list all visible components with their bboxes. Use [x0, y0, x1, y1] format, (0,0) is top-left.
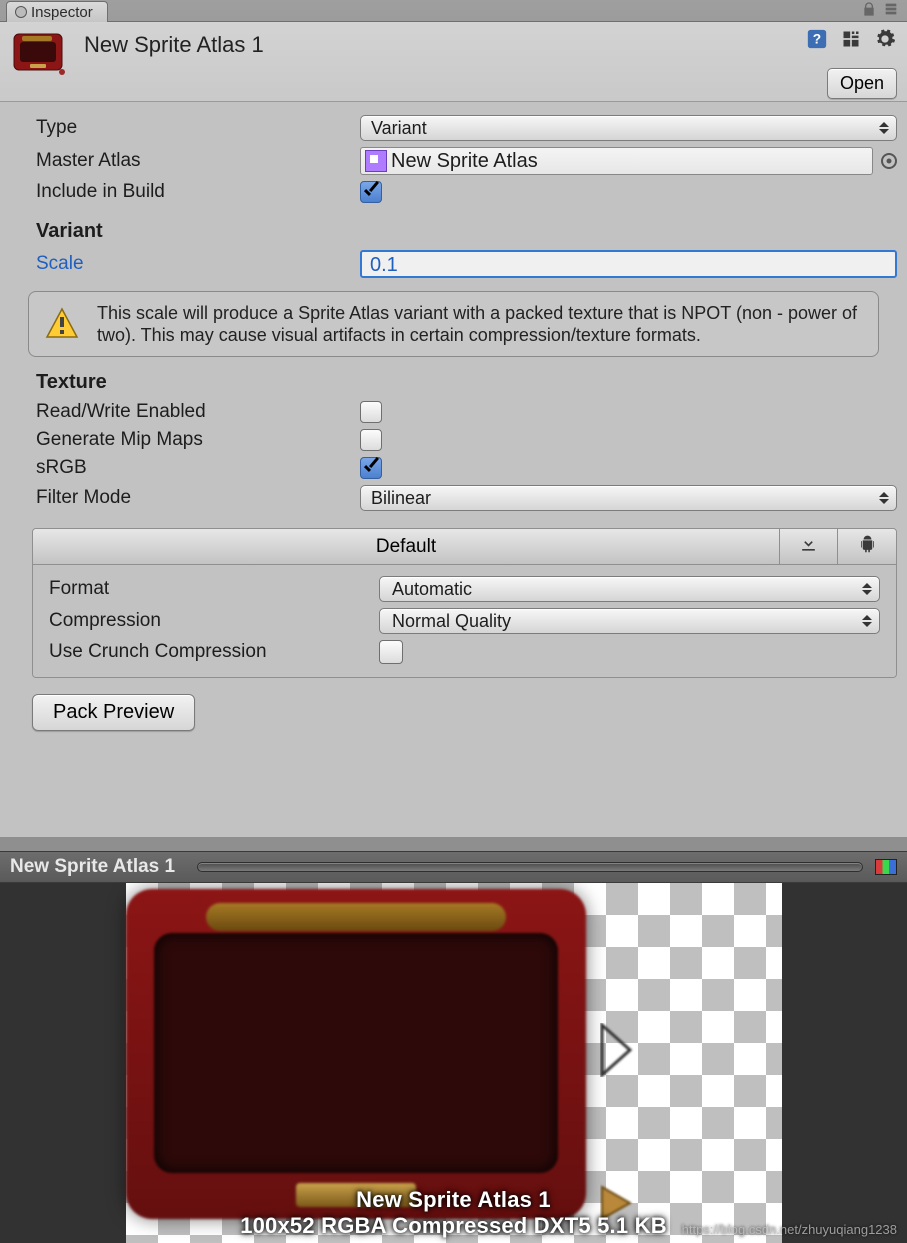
tab-bar-icons: [861, 0, 899, 22]
row-type: Type Variant: [0, 112, 907, 144]
row-mip: Generate Mip Maps: [0, 426, 907, 454]
watermark-text: https://blog.csdn.net/zhuyuqiang1238: [682, 1222, 897, 1237]
tab-circle-icon: [15, 6, 27, 18]
open-button[interactable]: Open: [827, 68, 897, 99]
include-build-label: Include in Build: [36, 181, 360, 203]
platform-tab-default[interactable]: Default: [33, 529, 780, 564]
row-format: Format Automatic: [39, 573, 890, 605]
platform-tab-default-label: Default: [376, 536, 436, 558]
master-atlas-label: Master Atlas: [36, 150, 360, 172]
type-label: Type: [36, 117, 360, 139]
rgb-icon[interactable]: [875, 859, 897, 875]
filter-label: Filter Mode: [36, 487, 360, 509]
asset-title: New Sprite Atlas 1: [84, 32, 264, 58]
row-rw: Read/Write Enabled: [0, 398, 907, 426]
format-value: Automatic: [392, 579, 472, 599]
warning-text: This scale will produce a Sprite Atlas v…: [97, 302, 862, 346]
asset-header: New Sprite Atlas 1 ? Open: [0, 22, 907, 102]
arrow-gold-icon: [600, 1183, 634, 1223]
crunch-checkbox[interactable]: [379, 640, 403, 664]
row-filter: Filter Mode Bilinear: [0, 482, 907, 514]
compression-value: Normal Quality: [392, 611, 511, 631]
section-texture: Texture: [0, 357, 907, 398]
asset-thumbnail: [12, 30, 70, 78]
mip-label: Generate Mip Maps: [36, 429, 360, 451]
tab-inspector[interactable]: Inspector: [6, 1, 108, 22]
download-icon: [799, 534, 818, 559]
format-select[interactable]: Automatic: [379, 576, 880, 602]
type-value: Variant: [371, 118, 427, 138]
row-srgb: sRGB: [0, 454, 907, 482]
section-variant: Variant: [0, 206, 907, 247]
rw-checkbox[interactable]: [360, 401, 382, 423]
arrow-outline-icon: [600, 1023, 634, 1077]
preview-separator[interactable]: [0, 837, 907, 851]
lock-icon[interactable]: [861, 1, 877, 22]
scale-label[interactable]: Scale: [36, 253, 360, 275]
gear-icon[interactable]: [873, 27, 897, 51]
row-master-atlas: Master Atlas New Sprite Atlas: [0, 144, 907, 178]
atlas-preview-image: [126, 889, 586, 1219]
preset-icon[interactable]: [839, 27, 863, 51]
row-scale: Scale 0.1: [0, 247, 907, 281]
include-build-checkbox[interactable]: [360, 181, 382, 203]
warning-box: This scale will produce a Sprite Atlas v…: [28, 291, 879, 357]
platform-tabs: Default: [33, 529, 896, 565]
srgb-label: sRGB: [36, 457, 360, 479]
android-icon: [858, 534, 877, 559]
compression-label: Compression: [49, 610, 379, 632]
row-include-build: Include in Build: [0, 178, 907, 206]
preview-pane[interactable]: New Sprite Atlas 1 100x52 RGBA Compresse…: [0, 883, 907, 1243]
filter-select[interactable]: Bilinear: [360, 485, 897, 511]
scale-input[interactable]: 0.1: [360, 250, 897, 278]
preview-zoom-slider[interactable]: [197, 862, 863, 872]
tab-bar: Inspector: [0, 0, 907, 22]
crunch-label: Use Crunch Compression: [49, 641, 379, 663]
format-label: Format: [49, 578, 379, 600]
pack-preview-button[interactable]: Pack Preview: [32, 694, 195, 731]
inspector-body: Type Variant Master Atlas New Sprite Atl…: [0, 102, 907, 837]
tab-title: Inspector: [31, 4, 93, 21]
compression-select[interactable]: Normal Quality: [379, 608, 880, 634]
rw-label: Read/Write Enabled: [36, 401, 360, 423]
master-atlas-value: New Sprite Atlas: [391, 150, 538, 173]
warning-icon: [45, 307, 79, 341]
type-select[interactable]: Variant: [360, 115, 897, 141]
preview-title: New Sprite Atlas 1: [10, 856, 175, 878]
platform-tab-standalone[interactable]: [780, 529, 838, 564]
dropdown-icon[interactable]: [883, 1, 899, 22]
row-compression: Compression Normal Quality: [39, 605, 890, 637]
help-icon[interactable]: ?: [805, 27, 829, 51]
platform-body: Format Automatic Compression Normal Qual…: [33, 565, 896, 677]
platform-settings: Default Format Automati: [32, 528, 897, 678]
platform-tab-android[interactable]: [838, 529, 896, 564]
preview-header: New Sprite Atlas 1: [0, 851, 907, 883]
svg-text:?: ?: [813, 32, 821, 47]
atlas-type-icon: [365, 150, 387, 172]
filter-value: Bilinear: [371, 488, 431, 508]
srgb-checkbox[interactable]: [360, 457, 382, 479]
master-atlas-field[interactable]: New Sprite Atlas: [360, 147, 873, 175]
object-picker-icon[interactable]: [881, 153, 897, 169]
inspector-window: Inspector New Sprite Atlas 1 ?: [0, 0, 907, 1243]
row-crunch: Use Crunch Compression: [39, 637, 890, 667]
mip-checkbox[interactable]: [360, 429, 382, 451]
